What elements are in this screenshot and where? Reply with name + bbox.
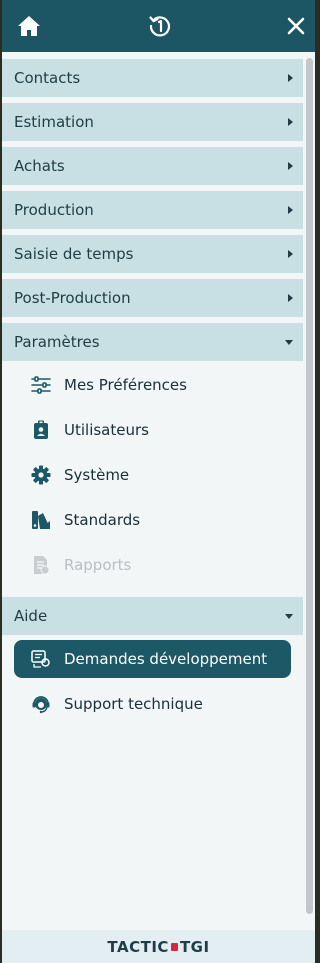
section-label: Production [14,201,94,219]
user-badge-icon [30,419,52,441]
chevron-right-icon [288,206,293,214]
section-label: Paramètres [14,333,100,351]
tactic-tgi-logo: TACTIC TGI [107,938,209,956]
section-label: Estimation [14,113,94,131]
menu-item-utilisateurs[interactable]: Utilisateurs [14,411,291,449]
menu-item-mes-preferences[interactable]: Mes Préférences [14,366,291,404]
history-icon [149,16,171,37]
footer: TACTIC TGI [2,930,315,963]
logo-accent [170,942,178,951]
home-icon [18,16,40,36]
section-label: Saisie de temps [14,245,134,263]
section-label: Contacts [14,69,81,87]
menu-item-support-technique[interactable]: Support technique [14,685,291,723]
chevron-right-icon [288,162,293,170]
scrollbar-thumb[interactable] [306,58,313,914]
history-button[interactable] [144,10,176,42]
menu-item-demandes-developpement[interactable]: Demandes développement [14,640,291,678]
report-icon [30,554,52,576]
section-contacts[interactable]: Contacts [2,59,303,97]
section-estimation[interactable]: Estimation [2,103,303,141]
menu-item-label: Support technique [64,695,203,713]
chevron-right-icon [288,74,293,82]
sliders-icon [30,374,52,396]
navigation-panel: Contacts Estimation Achats Production Sa… [2,0,315,963]
gear-icon [30,464,52,486]
scrollbar[interactable] [303,52,315,930]
menu-item-rapports: Rapports [14,546,291,584]
headset-icon [30,693,52,715]
chevron-down-icon [285,614,293,619]
section-aide[interactable]: Aide [2,597,303,635]
logo-text-right: TGI [179,937,210,956]
chevron-down-icon [285,340,293,345]
section-production[interactable]: Production [2,191,303,229]
chevron-right-icon [288,250,293,258]
menu-item-label: Rapports [64,556,132,574]
section-parametres[interactable]: Paramètres [2,323,303,361]
dev-request-icon [30,648,52,670]
logo-text-left: TACTIC [107,937,169,956]
menu-item-label: Système [64,466,130,484]
section-label: Achats [14,157,65,175]
chevron-right-icon [288,118,293,126]
section-saisie-de-temps[interactable]: Saisie de temps [2,235,303,273]
menu-item-label: Mes Préférences [64,376,187,394]
close-button[interactable] [280,10,312,42]
close-icon [287,17,305,35]
menu-item-label: Utilisateurs [64,421,149,439]
section-label: Aide [14,607,48,625]
menu-item-systeme[interactable]: Système [14,456,291,494]
menu-item-label: Demandes développement [64,650,268,668]
top-bar [2,0,315,52]
swatches-icon [30,509,52,531]
section-post-production[interactable]: Post-Production [2,279,303,317]
home-button[interactable] [13,10,45,42]
chevron-right-icon [288,294,293,302]
menu-item-standards[interactable]: Standards [14,501,291,539]
section-achats[interactable]: Achats [2,147,303,185]
menu-item-label: Standards [64,511,141,529]
section-label: Post-Production [14,289,131,307]
menu-content: Contacts Estimation Achats Production Sa… [2,52,303,930]
